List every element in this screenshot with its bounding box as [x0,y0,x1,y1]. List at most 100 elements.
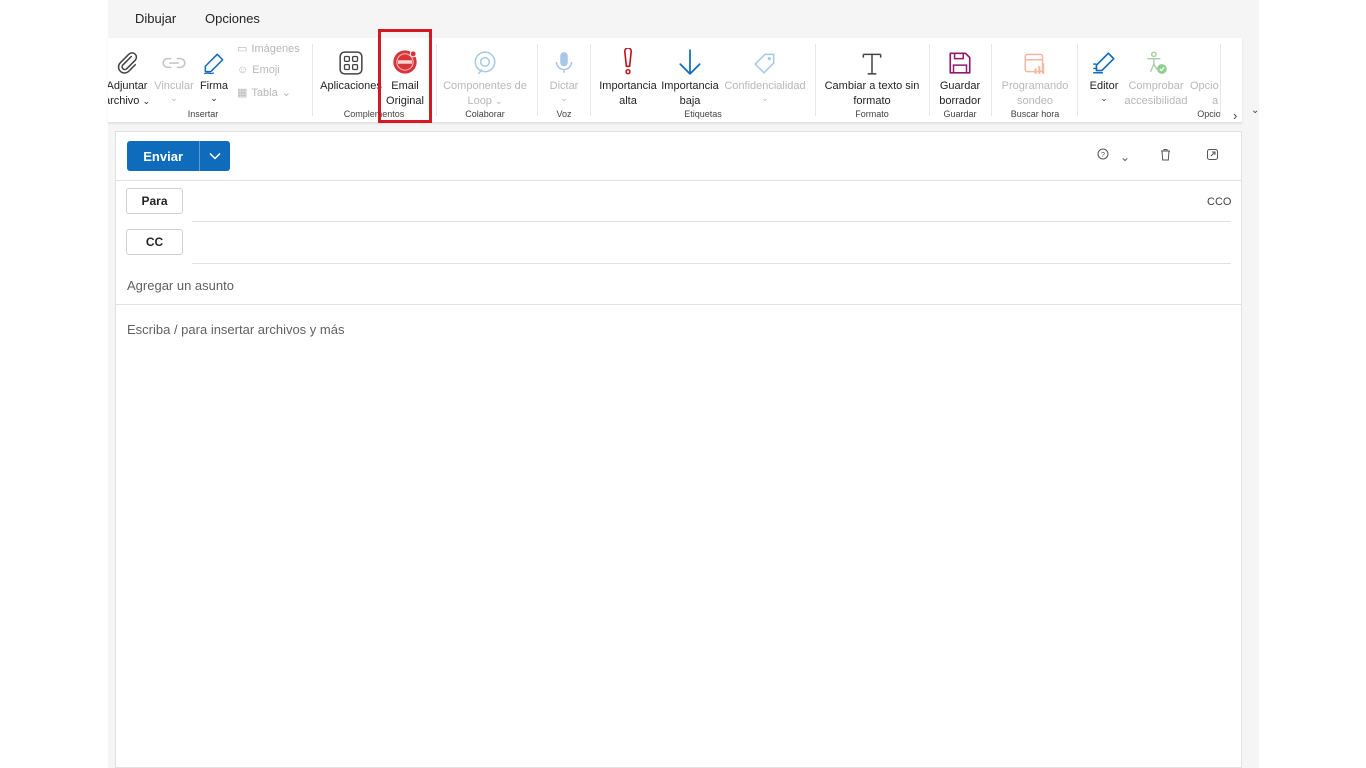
options-button[interactable]: Opcio a [1190,42,1224,109]
ribbon-expand-chevron-icon[interactable]: ⌄ [1251,105,1259,116]
send-button-group: Enviar [127,141,230,171]
sensitivity-button[interactable]: Confidencialidad ⌄ [722,42,808,103]
dictate-label: Dictar [549,80,579,92]
editor-pen-icon [1093,52,1115,74]
cc-button[interactable]: CC [126,229,183,255]
attach-label-2: archivo [108,95,140,107]
sensitivity-tag-icon [754,53,775,74]
emoji-icon: ☺ [237,64,249,76]
table-button[interactable]: ▦ Tabla ⌄ [237,86,291,100]
subject-input[interactable]: Agregar un asunto [127,278,234,293]
compose-pane: Enviar ? ⌄ Para CCO CC Agregar un asunto… [115,131,1242,768]
link-button[interactable]: Vincular ⌄ [153,42,195,103]
separator [991,44,992,116]
loop-icon [474,51,496,75]
signature-button[interactable]: Firma ⌄ [196,42,232,103]
table-label: Tabla [251,86,278,99]
ribbon: Adjuntararchivo ⌄ Vincular⌄ Firma⌄ ▭Imág… [108,38,1242,123]
editor-label: Editor [1089,80,1119,92]
cc-field-underline [192,263,1231,264]
images-button[interactable]: ▭ Imágenes [237,42,300,56]
ribbon-scroll-right-icon[interactable]: › [1233,108,1237,122]
save-draft-button[interactable]: Guardar borrador [935,42,985,109]
save-draft-label-2: borrador [939,95,981,107]
attach-label-1: Adjuntar [108,80,148,92]
link-label: Vincular [154,80,194,92]
emoji-label: Emoji [252,64,280,76]
to-button[interactable]: Para [126,188,183,214]
group-save-label: Guardar [943,109,977,119]
attach-file-button[interactable]: Adjuntararchivo ⌄ [108,42,152,109]
emoji-button[interactable]: ☺ Emoji [237,64,280,76]
plain-text-label-2: formato [853,95,891,107]
options-label-2: a [1212,95,1219,107]
separator [929,44,930,116]
save-draft-label-1: Guardar [939,80,981,92]
link-icon [162,57,186,69]
loop-components-button[interactable]: Componentes de Loop ⌄ [441,42,529,109]
help-icon[interactable]: ? [1097,148,1109,163]
microphone-icon [555,52,573,73]
to-field-underline [192,221,1231,222]
send-options-chevron-icon[interactable] [199,141,230,171]
group-complements-label: Complementos [343,109,405,119]
text-format-icon [862,53,882,75]
apps-label: Aplicaciones [320,80,382,92]
group-tags-label: Etiquetas [684,109,722,119]
apps-button[interactable]: Aplicaciones [319,42,383,94]
group-format-label: Formato [855,109,889,119]
divider [116,180,1241,181]
low-importance-label-1: Importancia [661,80,719,92]
high-importance-label-1: Importancia [599,80,657,92]
group-insert-label: Insertar [187,109,219,119]
separator [815,44,816,116]
check-accessibility-button[interactable]: Comprobar accesibilidad [1124,42,1188,109]
accessibility-icon [1147,51,1167,74]
loop-label-1: Componentes de [443,80,527,92]
plain-text-label-1: Cambiar a texto sin [824,80,920,92]
separator [1077,44,1078,116]
delete-trash-icon[interactable] [1159,148,1172,164]
save-floppy-icon [949,52,971,74]
loop-label-2: Loop [467,95,492,107]
low-importance-label-2: baja [679,95,701,107]
plain-text-button[interactable]: Cambiar a texto sin formato [822,42,922,109]
accessibility-label-2: accesibilidad [1124,95,1188,107]
separator [1220,44,1221,116]
bcc-button[interactable]: CCO [1207,196,1231,208]
low-importance-button[interactable]: Importancia baja [659,42,721,109]
group-find-time-label: Buscar hora [1010,109,1060,119]
signature-pen-icon [203,53,224,75]
message-body-input[interactable]: Escriba / para insertar archivos y más [127,322,344,337]
separator [312,44,313,116]
send-button[interactable]: Enviar [127,141,199,171]
high-importance-button[interactable]: Importancia alta [597,42,659,109]
separator [590,44,591,116]
arrow-down-icon [679,49,701,75]
image-icon: ▭ [237,43,248,55]
popout-window-icon[interactable] [1206,148,1219,164]
signature-label: Firma [199,80,229,92]
group-voice-label: Voz [556,109,572,119]
apps-grid-icon [339,51,363,75]
group-collab-label: Colaborar [465,109,505,119]
options-label-1: Opcio [1190,80,1219,92]
scheduling-poll-button[interactable]: Programando sondeo [997,42,1073,109]
paperclip-icon [117,52,138,74]
dictate-button[interactable]: Dictar ⌄ [544,42,584,103]
ribbon-tabs: Dibujar Opciones [108,0,1259,38]
high-importance-label-2: alta [619,95,637,107]
sensitivity-label: Confidencialidad [724,80,806,92]
separator [436,44,437,116]
email-original-stamp-icon [393,50,417,74]
tab-options[interactable]: Opciones [205,11,260,26]
email-original-button[interactable]: Email Original [380,42,430,109]
images-label: Imágenes [251,42,300,55]
tab-draw[interactable]: Dibujar [135,11,176,26]
email-original-label-1: Email [391,80,419,92]
editor-button[interactable]: Editor ⌄ [1084,42,1124,103]
accessibility-label-1: Comprobar [1128,80,1184,92]
poll-calendar-icon [1024,53,1045,74]
help-chevron-icon[interactable]: ⌄ [1120,150,1130,164]
divider [116,304,1241,305]
